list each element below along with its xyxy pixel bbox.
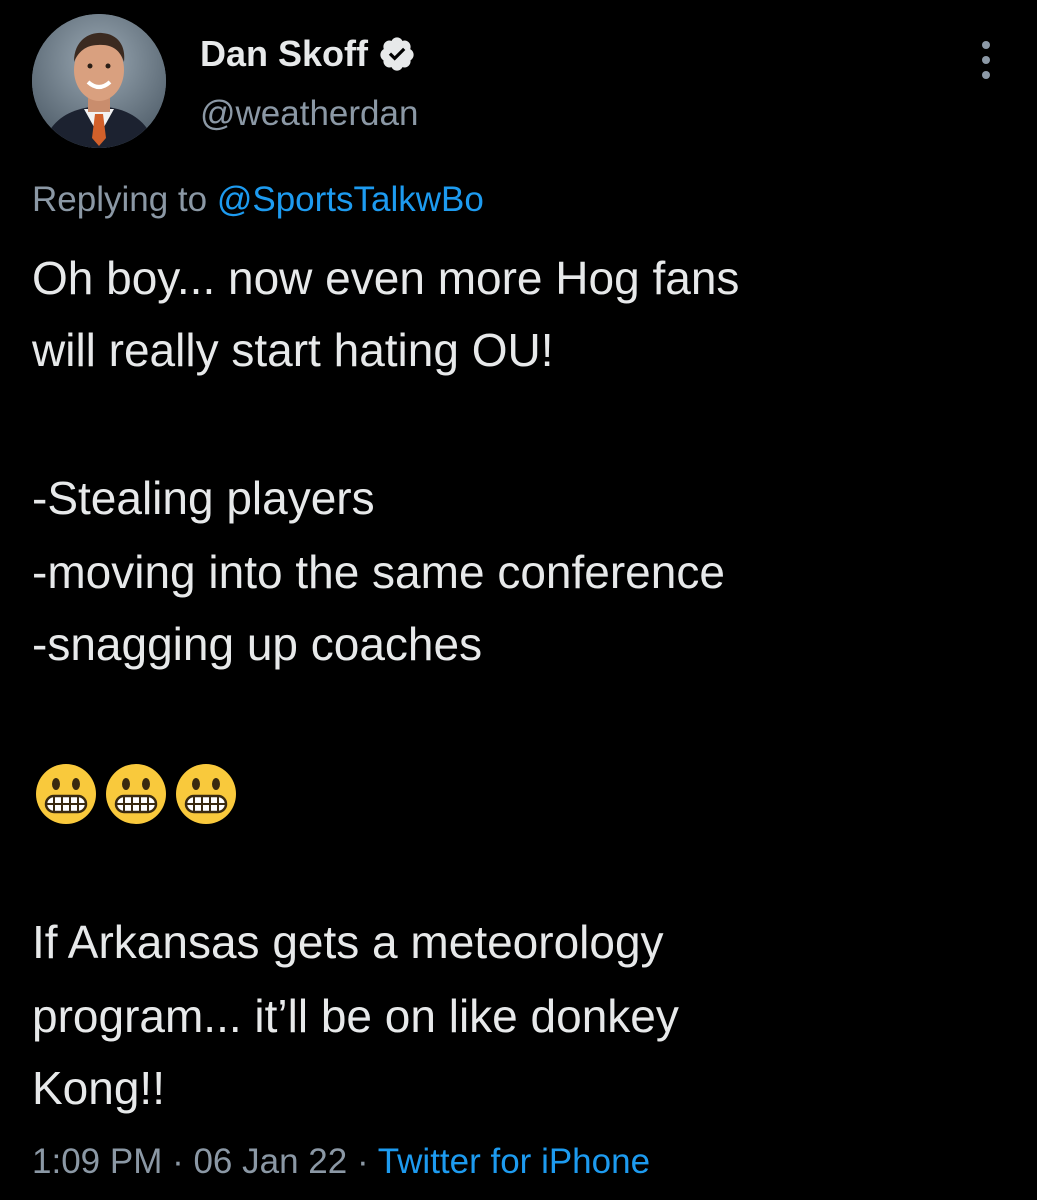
verified-badge-icon [378,35,416,73]
replying-to-label: Replying to [32,180,217,219]
reply-mention-link[interactable]: @SportsTalkwBo [217,180,484,219]
replying-to: Replying to @SportsTalkwBo [32,178,484,222]
meta-separator: · [347,1142,378,1181]
grimacing-face-emoji-icon [176,764,236,824]
grimacing-face-emoji-icon [106,764,166,824]
tweet-date[interactable]: 06 Jan 22 [193,1142,347,1181]
more-dot [982,56,990,64]
tweet-text-line: -snagging up coaches [32,618,483,670]
author-name-row[interactable]: Dan Skoff [200,32,416,76]
meta-separator: · [162,1142,194,1181]
more-dot [982,41,990,49]
tweet-meta: 1:09 PM · 06 Jan 22 · Twitter for iPhone [32,1140,650,1184]
author-handle[interactable]: @weatherdan [200,92,418,136]
tweet-text-line: will really start hating OU! [32,324,554,376]
tweet-time[interactable]: 1:09 PM [32,1142,162,1181]
tweet-text-line: program... it’ll be on like donkey [32,990,679,1042]
grimacing-face-emoji-icon [36,764,96,824]
tweet-text-line: -Stealing players [32,472,375,524]
profile-photo-icon [32,14,166,148]
more-options-icon[interactable] [966,32,1006,88]
tweet-text-line: Oh boy... now even more Hog fans [32,252,740,304]
tweet-source-link[interactable]: Twitter for iPhone [378,1142,650,1181]
more-dot [982,71,990,79]
tweet: Dan Skoff @weatherdan Replying to @Sport… [0,0,1037,1200]
author-name[interactable]: Dan Skoff [200,32,368,76]
tweet-text-line: -moving into the same conference [32,546,725,598]
tweet-text-line: If Arkansas gets a meteorology [32,916,664,968]
avatar[interactable] [32,14,166,148]
tweet-text-line: Kong!! [32,1062,165,1114]
emoji-row [34,762,238,826]
